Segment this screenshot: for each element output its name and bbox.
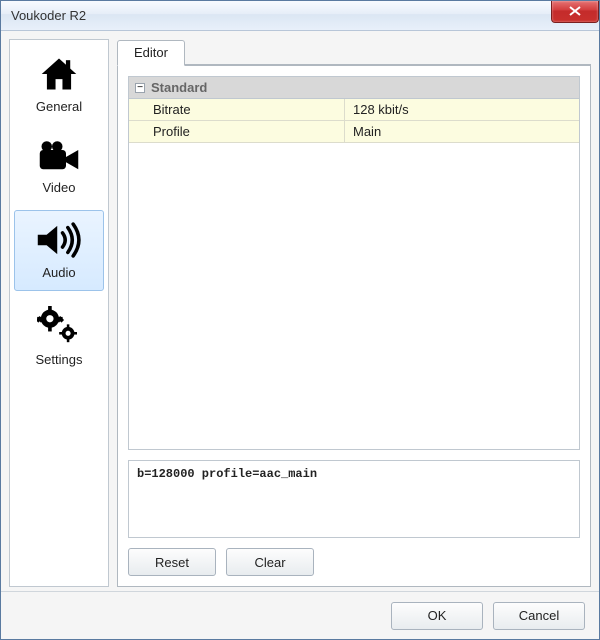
- sidebar-item-label: General: [36, 99, 82, 114]
- title-bar: Voukoder R2: [1, 1, 599, 31]
- sidebar-item-audio[interactable]: Audio: [14, 210, 104, 291]
- sidebar-item-label: Settings: [36, 352, 83, 367]
- property-value[interactable]: 128 kbit/s: [345, 102, 579, 117]
- clear-button[interactable]: Clear: [226, 548, 314, 576]
- property-row-profile[interactable]: Profile Main: [129, 121, 579, 143]
- collapse-icon[interactable]: −: [135, 83, 145, 93]
- sidebar-item-settings[interactable]: Settings: [14, 295, 104, 378]
- property-row-bitrate[interactable]: Bitrate 128 kbit/s: [129, 99, 579, 121]
- tab-editor[interactable]: Editor: [117, 40, 185, 66]
- editor-button-row: Reset Clear: [128, 548, 580, 576]
- dialog-footer: OK Cancel: [1, 591, 599, 639]
- tab-bar: Editor: [117, 39, 591, 65]
- client-area: General Video: [1, 31, 599, 639]
- close-icon: [569, 4, 581, 19]
- video-camera-icon: [38, 140, 80, 174]
- gears-icon: [37, 306, 81, 346]
- parameter-string-text: b=128000 profile=aac_main: [137, 467, 317, 481]
- main-row: General Video: [1, 31, 599, 591]
- tab-page-editor: − Standard Bitrate 128 kbit/s Profile Ma…: [117, 65, 591, 587]
- ok-button[interactable]: OK: [391, 602, 483, 630]
- close-button[interactable]: [551, 1, 599, 23]
- sidebar-item-video[interactable]: Video: [14, 129, 104, 206]
- property-grid: − Standard Bitrate 128 kbit/s Profile Ma…: [128, 76, 580, 450]
- window-title: Voukoder R2: [11, 8, 86, 23]
- home-icon: [38, 55, 80, 93]
- sidebar-item-label: Video: [42, 180, 75, 195]
- sidebar-item-general[interactable]: General: [14, 44, 104, 125]
- property-group-label: Standard: [151, 80, 207, 95]
- property-grid-empty-area: [129, 143, 579, 449]
- speaker-icon: [36, 221, 82, 259]
- tab-label: Editor: [134, 45, 168, 60]
- reset-button[interactable]: Reset: [128, 548, 216, 576]
- right-panel: Editor − Standard Bitrate 128 kbit/s: [117, 39, 591, 587]
- window: Voukoder R2 General: [0, 0, 600, 640]
- property-name: Profile: [129, 121, 345, 142]
- cancel-button[interactable]: Cancel: [493, 602, 585, 630]
- property-name: Bitrate: [129, 99, 345, 120]
- sidebar-item-label: Audio: [42, 265, 75, 280]
- property-value[interactable]: Main: [345, 124, 579, 139]
- property-group-header[interactable]: − Standard: [129, 77, 579, 99]
- parameter-string-box[interactable]: b=128000 profile=aac_main: [128, 460, 580, 538]
- sidebar: General Video: [9, 39, 109, 587]
- tab-underline: [117, 64, 591, 65]
